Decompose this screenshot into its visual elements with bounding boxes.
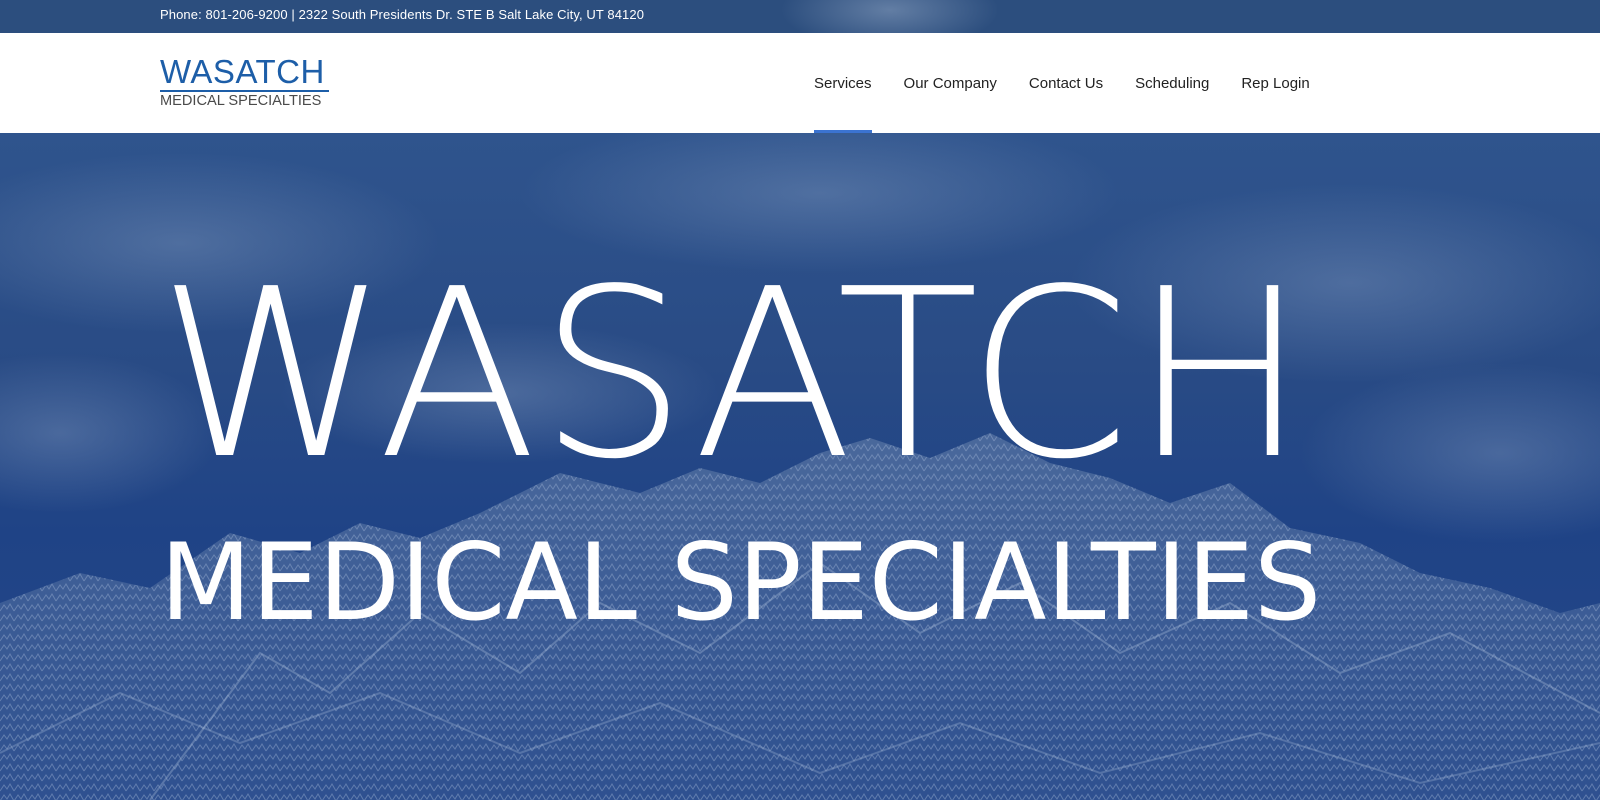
contact-info: Phone: 801-206-9200 | 2322 South Preside… — [160, 7, 645, 22]
nav-item-label: Our Company — [903, 74, 997, 92]
nav-item-contact-us[interactable]: Contact Us — [1029, 33, 1103, 133]
site-header: WASATCH MEDICAL SPECIALTIES Services Our… — [0, 33, 1600, 133]
background-cloud — [780, 0, 1000, 33]
nav-item-our-company[interactable]: Our Company — [904, 33, 997, 133]
nav-item-label: Services — [814, 74, 872, 92]
top-info-bar: Phone: 801-206-9200 | 2322 South Preside… — [0, 0, 1600, 33]
nav-item-label: Contact Us — [1028, 74, 1104, 92]
site-logo[interactable]: WASATCH MEDICAL SPECIALTIES — [160, 55, 330, 109]
nav-item-rep-login[interactable]: Rep Login — [1241, 33, 1309, 133]
logo-rule — [160, 90, 329, 92]
hero-banner: WASATCH MEDICAL SPECIALTIES — [0, 133, 1600, 800]
hero-title: WASATCH — [158, 239, 1310, 510]
hero-subtitle: MEDICAL SPECIALTIES — [160, 521, 1322, 644]
nav-item-label: Rep Login — [1241, 74, 1310, 92]
logo-tagline: MEDICAL SPECIALTIES — [160, 93, 322, 109]
logo-wordmark: WASATCH — [160, 53, 325, 90]
main-nav: Services Our Company Contact Us Scheduli… — [814, 33, 1310, 133]
nav-item-scheduling[interactable]: Scheduling — [1135, 33, 1209, 133]
nav-item-services[interactable]: Services — [814, 33, 872, 133]
nav-item-label: Scheduling — [1135, 74, 1210, 92]
